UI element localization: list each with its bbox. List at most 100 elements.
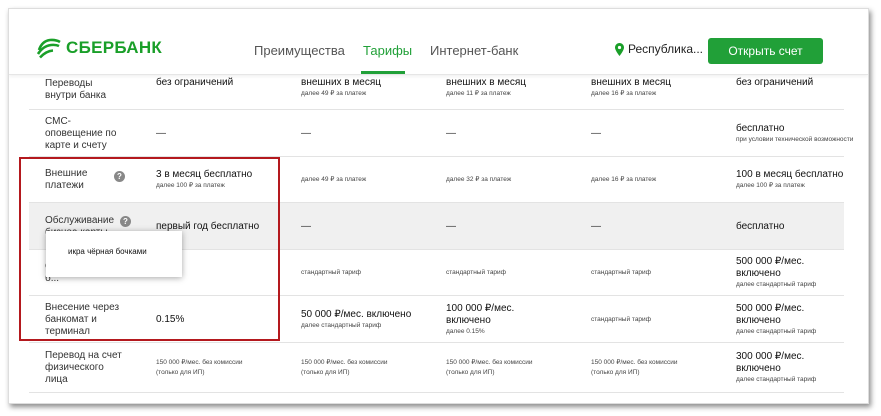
sberbank-logo-icon — [36, 38, 61, 59]
cell-main-text: — — [591, 220, 601, 232]
row-label-line: Внешние — [45, 168, 88, 179]
cell-main-text: включено — [446, 314, 491, 326]
cell-main-text: 500 000 ₽/мес. — [736, 302, 805, 314]
table-cell: стандартный тариф — [591, 315, 729, 325]
cell-sub-text: 150 000 ₽/мес. без комиссии (только для … — [446, 359, 533, 376]
question-icon[interactable]: ? — [114, 171, 125, 182]
table-cell: — — [591, 221, 729, 232]
table-row: СМС-оповещение по карте и счету — — — — беспла… — [29, 110, 853, 157]
table-cell: 150 000 ₽/мес. без комиссии (только для … — [591, 358, 729, 378]
tooltip-text: икра чёрная бочками — [68, 247, 147, 256]
cell-main-text: внешних в месяц — [446, 77, 526, 88]
row-label-line: Обслуживание — [45, 214, 115, 226]
table-cell: — — [446, 128, 584, 139]
row-label-line: терминал — [45, 325, 90, 337]
cell-sub-text: стандартный тариф — [301, 269, 362, 276]
table-cell: 50 000 ₽/мес. включено далее стандартный … — [301, 309, 439, 331]
table-cell: 3 в месяц бесплатно далее 100 ₽ за платеж — [156, 169, 294, 191]
table-row: Внешние платежи? 3 в месяц бесплатно далее … — [29, 157, 844, 203]
cell-main-text: — — [446, 220, 456, 232]
table-cell: стандартный тариф — [446, 268, 584, 278]
table-cell: 150 000 ₽/мес. без комиссии (только для … — [446, 358, 584, 378]
site-header: СБЕРБАНК Преимущества Тарифы Интернет-ба… — [9, 9, 868, 75]
cell-sub-text: далее 16 ₽ за платеж — [591, 176, 657, 183]
cell-main-text: 300 000 ₽/мес. — [736, 351, 805, 362]
cell-main-text: внешних в месяц — [591, 77, 671, 88]
cell-main-text: внешних в месяц — [301, 77, 381, 88]
table-cell: 300 000 ₽/мес. включено далее стандартный … — [736, 351, 868, 385]
cell-main-text: — — [591, 127, 601, 139]
table-cell: — — [301, 221, 439, 232]
question-icon[interactable]: ? — [120, 216, 131, 227]
cell-sub-text: далее 100 ₽ за платеж — [736, 182, 805, 189]
cell-main-text: без ограничений — [156, 77, 234, 88]
row-label-line: Перевод на счет — [45, 350, 122, 361]
cell-sub-text: стандартный тариф — [591, 315, 652, 323]
table-cell: — — [446, 221, 584, 232]
cell-sub-text: стандартный тариф — [446, 269, 507, 276]
cell-main-text: включено — [736, 314, 781, 326]
table-cell: 100 000 ₽/мес. включено далее 0.15% — [446, 303, 584, 337]
nav-tariffs[interactable]: Тарифы — [363, 43, 412, 58]
cell-main-text: — — [446, 127, 456, 139]
table-cell: стандартный тариф — [301, 268, 439, 278]
cell-main-text: 3 в месяц бесплатно — [156, 169, 253, 180]
cell-main-text: бесплатно — [736, 220, 785, 232]
row-label: Внесение через банкомат и терминал — [45, 302, 119, 338]
cell-main-text: бесплатно — [736, 122, 785, 134]
row-label: Внешние платежи — [45, 168, 87, 192]
nav-internet-bank[interactable]: Интернет-банк — [430, 43, 518, 58]
region-label: Республика... — [628, 42, 704, 56]
table-cell: 150 000 ₽/мес. без комиссии (только для … — [156, 358, 294, 378]
row-label-line: карте и счету — [45, 139, 107, 151]
cell-main-text: 100 000 ₽/мес. — [446, 302, 515, 314]
cell-main-text: 0.15% — [156, 313, 185, 325]
table-cell: 500 000 ₽/мес. включено далее стандартный … — [736, 302, 868, 337]
row-label-line: внутри банка — [45, 89, 107, 101]
cell-main-text: 50 000 ₽/мес. включено — [301, 308, 412, 320]
row-label-line: лица — [45, 374, 68, 385]
cell-sub-text: далее 16 ₽ за платеж — [591, 90, 657, 97]
cell-main-text: включено — [736, 268, 781, 279]
browser-frame: СБЕРБАНК Преимущества Тарифы Интернет-ба… — [8, 8, 869, 404]
cell-sub-text: далее 49 ₽ за платеж — [301, 90, 367, 97]
cell-sub-text: далее стандартный тариф — [301, 321, 382, 329]
row-label: Переводы внутри банка — [45, 78, 106, 102]
table-cell: далее 16 ₽ за платеж — [591, 175, 729, 185]
cell-sub-text: 150 000 ₽/мес. без комиссии (только для … — [591, 359, 678, 376]
cell-main-text: без ограничений — [736, 77, 814, 88]
cell-main-text: — — [301, 220, 311, 232]
row-label-line: Переводы — [45, 77, 93, 89]
cell-sub-text: 150 000 ₽/мес. без комиссии (только для … — [156, 359, 243, 376]
open-account-button[interactable]: Открыть счет — [708, 38, 823, 64]
table-row: Перевод на счет физического лица 150 000 ₽/… — [29, 343, 844, 393]
row-label-line: банкомат и — [45, 313, 97, 325]
cell-main-text: включено — [736, 363, 781, 374]
sberbank-logo[interactable]: СБЕРБАНК — [36, 37, 162, 59]
table-cell: далее 49 ₽ за платеж — [301, 175, 439, 185]
location-pin-icon — [615, 42, 624, 56]
row-label: СМС-оповещение по карте и счету — [45, 116, 116, 152]
table-row: Переводывнутри банкабесплатнобез огранич… — [29, 65, 844, 110]
row-label-line: платежи — [45, 180, 84, 191]
cell-sub-text: при условии технической возможности — [736, 135, 854, 143]
table-cell: далее 32 ₽ за платеж — [446, 175, 584, 185]
row-label-line: физического — [45, 362, 104, 373]
active-tab-underline — [361, 71, 405, 74]
cell-sub-text: далее 0.15% — [446, 327, 485, 335]
nav-advantages[interactable]: Преимущества — [254, 43, 345, 58]
table-cell: бесплатно — [736, 220, 868, 233]
table-cell: — — [301, 128, 439, 139]
row-label: Перевод на счет физического лица — [45, 350, 122, 386]
cell-sub-text: стандартный тариф — [591, 269, 652, 276]
table-cell: — — [156, 128, 294, 139]
cell-sub-text: 150 000 ₽/мес. без комиссии (только для … — [301, 359, 388, 376]
row-label-line: оповещение по — [45, 127, 117, 139]
region-selector[interactable]: Республика... — [615, 42, 703, 56]
table-row: Внесение через банкомат и терминал 0.15% 50 … — [29, 296, 844, 343]
row-label-line: СМС- — [45, 115, 71, 127]
table-cell: 500 000 ₽/мес. включено далее стандартный … — [736, 256, 868, 290]
cell-sub-text: далее 32 ₽ за платеж — [446, 176, 512, 183]
cell-sub-text: далее 11 ₽ за платеж — [446, 90, 511, 97]
table-cell: 100 в месяц бесплатно далее 100 ₽ за плат… — [736, 169, 868, 191]
